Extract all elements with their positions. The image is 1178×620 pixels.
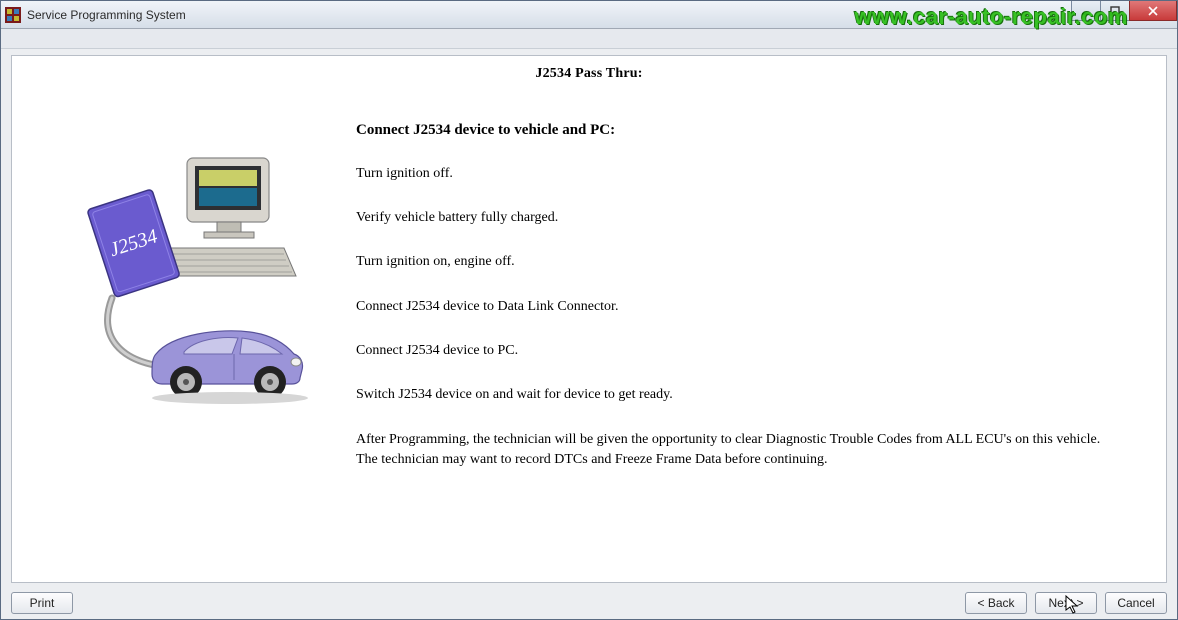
maximize-icon xyxy=(1110,6,1120,16)
content-frame: J2534 Pass Thru: xyxy=(11,55,1167,583)
minimize-icon xyxy=(1081,6,1091,16)
cancel-button[interactable]: Cancel xyxy=(1105,592,1167,614)
step-1: Turn ignition off. xyxy=(356,165,1138,183)
print-button[interactable]: Print xyxy=(11,592,73,614)
titlebar[interactable]: Service Programming System xyxy=(1,1,1177,29)
right-buttons: < Back Next > Cancel xyxy=(965,592,1167,614)
instructions-lead: Connect J2534 device to vehicle and PC: xyxy=(356,122,1138,139)
step-2: Verify vehicle battery fully charged. xyxy=(356,209,1138,227)
back-button[interactable]: < Back xyxy=(965,592,1027,614)
instructions: Connect J2534 device to vehicle and PC: … xyxy=(332,98,1138,572)
close-icon xyxy=(1148,6,1158,16)
step-6: Switch J2534 device on and wait for devi… xyxy=(356,386,1138,404)
minimize-button[interactable] xyxy=(1071,1,1101,21)
window-controls xyxy=(1072,1,1177,21)
bottom-bar: Print < Back Next > Cancel xyxy=(1,587,1177,619)
page-title: J2534 Pass Thru: xyxy=(12,56,1166,88)
maximize-button[interactable] xyxy=(1100,1,1130,21)
j2534-illustration-icon: J2534 xyxy=(52,148,312,408)
step-3: Turn ignition on, engine off. xyxy=(356,253,1138,271)
left-buttons: Print xyxy=(11,592,73,614)
next-button[interactable]: Next > xyxy=(1035,592,1097,614)
app-window: Service Programming System J2534 Pass Th… xyxy=(0,0,1178,620)
step-4: Connect J2534 device to Data Link Connec… xyxy=(356,298,1138,316)
step-5: Connect J2534 device to PC. xyxy=(356,342,1138,360)
window-title: Service Programming System xyxy=(27,8,186,22)
close-button[interactable] xyxy=(1129,1,1177,21)
app-icon xyxy=(5,7,21,23)
content-body: J2534 xyxy=(12,88,1166,582)
post-programming-note: After Programming, the technician will b… xyxy=(356,430,1116,471)
illustration: J2534 xyxy=(32,98,332,572)
secondary-bar xyxy=(1,29,1177,49)
